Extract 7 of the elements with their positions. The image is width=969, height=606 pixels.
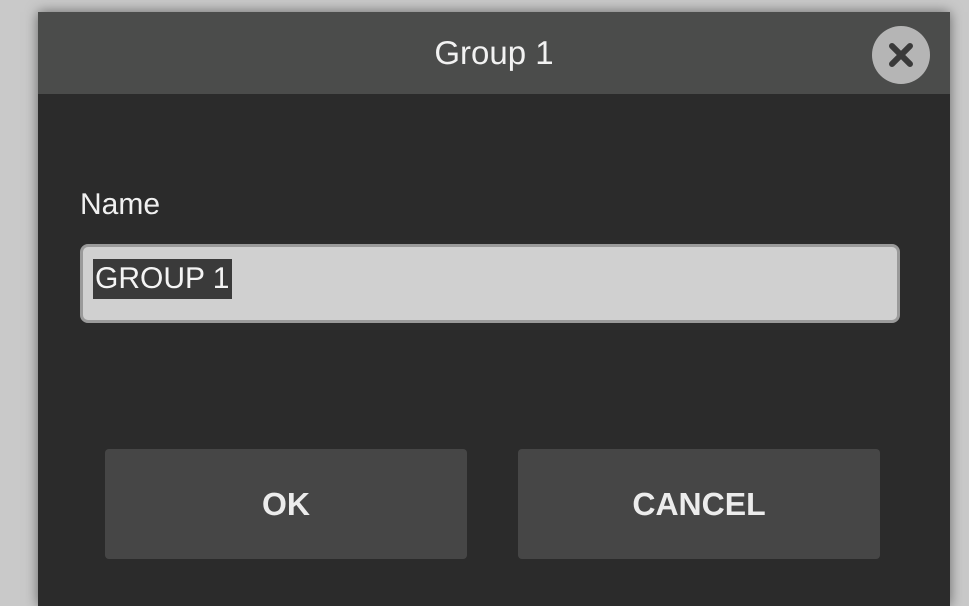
name-label: Name: [80, 190, 162, 220]
dialog-button[interactable]: OK: [105, 449, 467, 559]
dialog-button[interactable]: CANCEL: [518, 449, 880, 559]
close-icon: [887, 41, 915, 69]
name-field[interactable]: GROUP 1: [80, 244, 900, 323]
field-value: GROUP 1: [93, 259, 232, 299]
dialog-title: Group 1: [434, 33, 554, 74]
